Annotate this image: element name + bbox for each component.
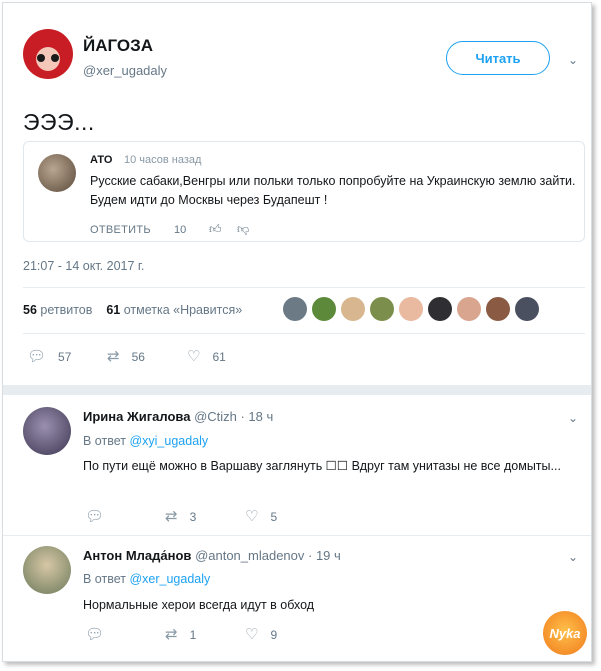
follow-button[interactable]: Читать	[446, 41, 550, 75]
reply-author-handle[interactable]: @Ctizh · 18 ч	[194, 409, 273, 424]
quote-like-count: 10	[174, 224, 187, 236]
liker-avatar[interactable]	[399, 297, 423, 321]
chevron-down-icon[interactable]: ⌄	[568, 550, 578, 564]
retweets-label[interactable]: ретвитов	[40, 303, 92, 317]
tweet-card: ЙАГОЗА @xer_ugadaly Читать ⌄ ЭЭЭ... АТО …	[2, 2, 592, 662]
chevron-down-icon[interactable]: ⌄	[568, 53, 578, 67]
reply-to-line: В ответ @xyi_ugadaly	[83, 434, 208, 448]
retweet-action[interactable]: ⇄ 1	[165, 627, 196, 642]
reply-icon: 💬︎	[85, 508, 105, 525]
liker-avatar[interactable]	[457, 297, 481, 321]
like-action[interactable]: ♡ 9	[245, 627, 277, 642]
quoted-comment[interactable]: АТО 10 часов назад Русские сабаки,Венгры…	[23, 141, 585, 242]
reply-to-prefix: В ответ	[83, 572, 126, 586]
retweet-count: 1	[189, 627, 197, 642]
liker-avatar[interactable]	[370, 297, 394, 321]
reply-icon: 💬︎	[85, 626, 105, 643]
reply-author-name[interactable]: Ирина Жигалова	[83, 409, 190, 424]
like-count: 9	[270, 627, 278, 642]
quote-reply-button[interactable]: ОТВЕТИТЬ	[90, 224, 151, 236]
liker-avatar[interactable]	[428, 297, 452, 321]
divider	[23, 287, 585, 288]
like-action[interactable]: ♡ 61	[187, 349, 226, 364]
divider	[23, 333, 585, 334]
liker-avatar[interactable]	[283, 297, 307, 321]
heart-icon: ♡	[245, 626, 259, 643]
reply-avatar[interactable]	[23, 546, 71, 594]
quote-author: АТО	[90, 154, 113, 166]
reply-to-line: В ответ @xer_ugadaly	[83, 572, 210, 586]
retweet-action[interactable]: ⇄ 56	[107, 349, 145, 364]
heart-icon: ♡	[245, 508, 259, 525]
retweets-count[interactable]: 56	[23, 303, 37, 317]
reply-author[interactable]: Антон Млада́нов @anton_mladenov · 19 ч	[83, 548, 341, 563]
retweet-count: 3	[189, 509, 197, 524]
liker-avatar[interactable]	[341, 297, 365, 321]
divider	[3, 535, 591, 536]
reply-to-prefix: В ответ	[83, 434, 126, 448]
likes-label[interactable]: отметка «Нравится»	[124, 303, 243, 317]
reply-author[interactable]: Ирина Жигалова @Ctizh · 18 ч	[83, 409, 273, 424]
tweet-text: ЭЭЭ...	[23, 109, 95, 135]
reply-action[interactable]: 💬︎	[85, 627, 104, 642]
retweet-count: 56	[131, 349, 145, 364]
like-count: 61	[212, 349, 226, 364]
like-action[interactable]: ♡ 5	[245, 509, 277, 524]
author-name[interactable]: ЙАГОЗА	[83, 36, 153, 56]
liker-avatar[interactable]	[312, 297, 336, 321]
reply-action[interactable]: 💬︎ 57	[27, 349, 71, 364]
quote-text: Русские сабаки,Венгры или польки только …	[90, 174, 576, 207]
tweet-timestamp[interactable]: 21:07 - 14 окт. 2017 г.	[23, 259, 144, 273]
section-separator	[3, 385, 591, 395]
liker-avatar[interactable]	[486, 297, 510, 321]
reply-action[interactable]: 💬︎	[85, 509, 104, 524]
retweet-icon: ⇄	[107, 348, 120, 365]
retweet-icon: ⇄	[165, 508, 178, 525]
reply-to-link[interactable]: @xyi_ugadaly	[129, 434, 208, 448]
reply-avatar[interactable]	[23, 407, 71, 455]
likes-count[interactable]: 61	[106, 303, 120, 317]
reply-icon: 💬︎	[27, 348, 47, 365]
reply-to-link[interactable]: @xer_ugadaly	[129, 572, 210, 586]
thumbs-up-icon[interactable]: 👍︎	[209, 222, 222, 237]
reply-text: По пути ещё можно в Варшаву заглянуть ☐☐…	[83, 459, 561, 473]
liker-avatar[interactable]	[515, 297, 539, 321]
chevron-down-icon[interactable]: ⌄	[568, 411, 578, 425]
reply-author-name[interactable]: Антон Млада́нов	[83, 548, 191, 563]
author-handle[interactable]: @xer_ugadaly	[83, 63, 167, 78]
likers-avatars	[283, 297, 539, 321]
like-count: 5	[270, 509, 278, 524]
heart-icon: ♡	[187, 348, 201, 365]
engagement-stats: 56 ретвитов 61 отметка «Нравится»	[23, 303, 242, 317]
reply-author-handle[interactable]: @anton_mladenov · 19 ч	[195, 548, 341, 563]
quote-avatar	[38, 154, 76, 192]
quote-time: 10 часов назад	[124, 154, 202, 166]
retweet-icon: ⇄	[165, 626, 178, 643]
watermark-logo: Nyka	[543, 611, 587, 655]
thumbs-down-icon[interactable]: 👎︎	[237, 222, 249, 237]
author-avatar[interactable]	[23, 29, 73, 79]
reply-count: 57	[58, 349, 72, 364]
retweet-action[interactable]: ⇄ 3	[165, 509, 196, 524]
reply-text: Нормальные херои всегда идут в обход	[83, 598, 315, 612]
